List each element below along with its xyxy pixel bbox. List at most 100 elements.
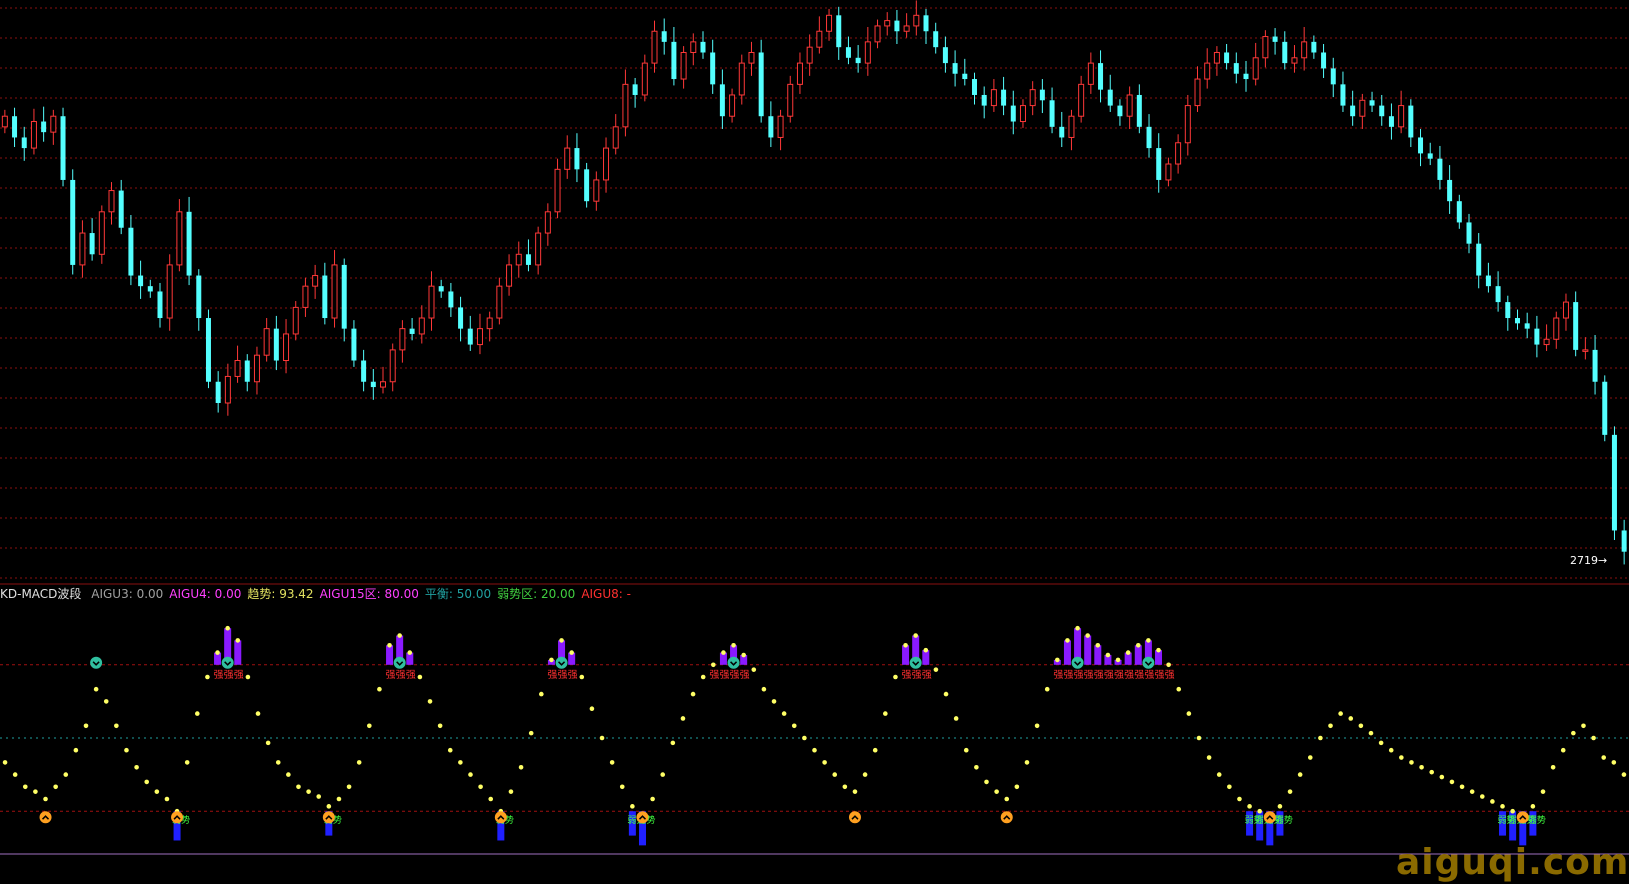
candle bbox=[923, 8, 929, 44]
kd-dot bbox=[195, 711, 200, 716]
candle bbox=[1447, 165, 1453, 214]
candle bbox=[322, 262, 328, 325]
strong-label: 强 bbox=[1094, 669, 1104, 681]
kd-dot bbox=[1176, 686, 1182, 692]
kd-dot bbox=[73, 747, 79, 753]
candle bbox=[544, 203, 551, 246]
candle bbox=[622, 69, 629, 137]
kd-dot bbox=[1510, 808, 1515, 814]
candle bbox=[1039, 79, 1045, 114]
kd-dot bbox=[417, 674, 423, 680]
kd-dot bbox=[1125, 650, 1131, 655]
chart-canvas: 弱势强强强弱势强强强弱势强强强弱势弱势强强强强强强强强强强强强强强强强强强强弱势… bbox=[0, 0, 1629, 855]
kd-dot bbox=[1297, 772, 1303, 777]
kd-dot bbox=[559, 638, 564, 643]
kd-dot bbox=[1469, 789, 1475, 794]
candle bbox=[710, 39, 716, 94]
candle bbox=[1379, 94, 1385, 126]
candle bbox=[1146, 114, 1152, 158]
candle bbox=[1117, 99, 1123, 126]
kd-dot bbox=[822, 760, 827, 765]
candle bbox=[1291, 45, 1298, 73]
candle bbox=[428, 271, 435, 331]
candle bbox=[894, 10, 900, 44]
kd-dot bbox=[286, 772, 291, 777]
kd-dot bbox=[1479, 794, 1485, 799]
kd-dot bbox=[1277, 804, 1283, 809]
kd-dot bbox=[579, 674, 585, 680]
signal-markers: 弱势强强强弱势强强强弱势强强强弱势弱势强强强强强强强强强强强强强强强强强强强弱势… bbox=[39, 656, 1546, 826]
kd-dot bbox=[1237, 796, 1242, 802]
candle bbox=[913, 0, 920, 36]
kd-dot bbox=[1075, 625, 1080, 631]
kd-dot bbox=[1560, 747, 1566, 753]
kd-dot bbox=[1196, 735, 1202, 741]
candle bbox=[380, 366, 387, 394]
kd-dot bbox=[1004, 796, 1010, 802]
candle bbox=[535, 226, 542, 275]
kd-dot bbox=[1581, 723, 1586, 729]
candle bbox=[70, 169, 76, 275]
kd-dot bbox=[508, 789, 514, 794]
candle bbox=[632, 77, 638, 108]
strong-label: 强 bbox=[922, 669, 932, 681]
sell-signal-icon bbox=[555, 656, 568, 669]
candle bbox=[1573, 291, 1579, 357]
kd-dot bbox=[1571, 730, 1576, 736]
indicator-levels bbox=[0, 664, 1629, 855]
candle bbox=[1204, 48, 1211, 89]
candle bbox=[661, 18, 667, 55]
candle bbox=[361, 349, 367, 392]
kd-dot bbox=[407, 650, 413, 655]
candle bbox=[816, 16, 823, 54]
sell-signal-icon bbox=[1071, 656, 1084, 669]
candle bbox=[515, 241, 522, 278]
candle bbox=[244, 354, 250, 392]
strong-label: 强 bbox=[902, 669, 912, 681]
candle bbox=[1456, 194, 1462, 229]
candle bbox=[79, 220, 86, 278]
candle bbox=[884, 12, 891, 36]
kd-dots bbox=[2, 625, 1627, 819]
sell-signal-icon bbox=[1142, 656, 1155, 669]
kd-dot bbox=[781, 711, 787, 716]
candle bbox=[729, 88, 736, 123]
kd-dot bbox=[367, 723, 372, 729]
strong-bar bbox=[386, 645, 394, 665]
candle bbox=[399, 320, 406, 363]
candle bbox=[205, 309, 211, 389]
candle bbox=[1485, 262, 1491, 293]
strong-label: 强 bbox=[406, 669, 416, 681]
kd-dot bbox=[650, 796, 655, 802]
kd-dot bbox=[721, 650, 726, 655]
strong-label: 强 bbox=[730, 669, 740, 681]
buy-signal-icon bbox=[39, 811, 52, 824]
candle bbox=[1156, 133, 1162, 193]
legend-item: 趋势: 93.42 bbox=[247, 587, 314, 601]
candle bbox=[1272, 28, 1278, 55]
candle bbox=[1311, 35, 1317, 59]
watermark: aiguqi.com bbox=[1396, 842, 1629, 883]
candle bbox=[506, 254, 513, 296]
strong-label: 强 bbox=[912, 669, 922, 681]
sell-signal-icon bbox=[90, 656, 103, 669]
kd-dot bbox=[1257, 808, 1262, 814]
kd-dot bbox=[528, 730, 534, 736]
candle bbox=[651, 20, 658, 73]
strong-label: 强 bbox=[740, 669, 750, 681]
kd-dot bbox=[690, 691, 696, 697]
legend-item: AIGU8: - bbox=[581, 587, 631, 601]
kd-dot bbox=[356, 760, 362, 765]
candle bbox=[283, 319, 290, 374]
strong-label: 强 bbox=[709, 669, 719, 681]
kd-dot bbox=[265, 740, 271, 746]
kd-dot bbox=[134, 764, 139, 770]
kd-dot bbox=[1601, 755, 1607, 760]
kd-dot bbox=[862, 772, 868, 777]
kd-dot bbox=[1034, 723, 1040, 729]
candle bbox=[263, 318, 270, 362]
candle bbox=[564, 135, 571, 179]
kd-dot bbox=[872, 747, 878, 753]
indicator-title: KD-MACD波段 bbox=[0, 587, 82, 601]
candle bbox=[1466, 213, 1472, 254]
